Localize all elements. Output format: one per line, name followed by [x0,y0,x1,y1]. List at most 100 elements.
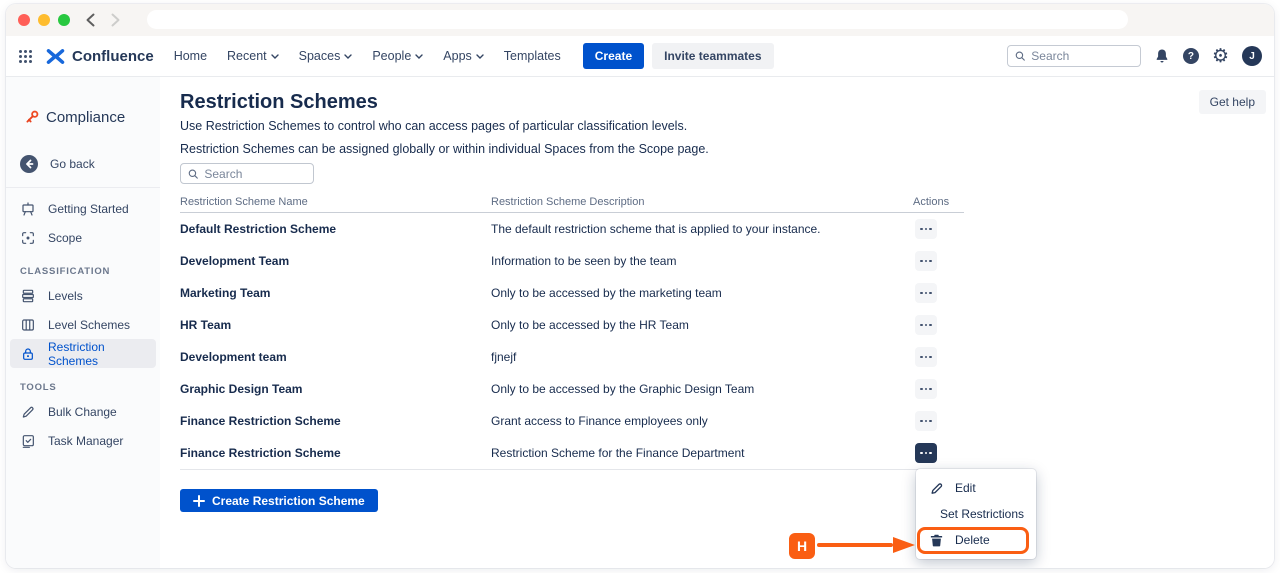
table-header: Restriction Scheme Name Restriction Sche… [180,196,964,212]
columns-icon [20,317,36,333]
scheme-description: Information to be seen by the team [491,254,676,268]
invite-teammates-button[interactable]: Invite teammates [652,43,773,69]
row-actions-button[interactable] [915,379,937,399]
confluence-logo-icon [45,48,66,65]
global-search[interactable] [1007,45,1141,67]
confluence-logo[interactable]: Confluence [45,48,154,65]
create-restriction-scheme-button[interactable]: Create Restriction Scheme [180,489,378,512]
bell-icon [1154,48,1170,64]
annotation-arrow-head [893,537,915,553]
get-help-button[interactable]: Get help [1199,90,1266,114]
sidebar-item-getting-started[interactable]: Getting Started [6,194,160,223]
sidebar-item-restriction-schemes[interactable]: Restriction Schemes [10,339,156,368]
column-header-actions: Actions [913,196,949,208]
sidebar-item-levels[interactable]: Levels [6,281,160,310]
scheme-description: The default restriction scheme that is a… [491,222,821,236]
traffic-lights [18,14,70,26]
chevron-left-icon [85,13,96,27]
chevron-down-icon [476,54,484,59]
table-row: Graphic Design Team Only to be accessed … [180,373,964,405]
nav-templates[interactable]: Templates [504,49,561,63]
browser-back-button[interactable] [82,12,98,28]
table-body: Default Restriction Scheme The default r… [180,212,964,470]
nav-recent[interactable]: Recent [227,49,279,63]
sidebar-item-level-schemes[interactable]: Level Schemes [6,310,160,339]
scheme-description: Grant access to Finance employees only [491,414,708,428]
menu-item-set-restrictions[interactable]: Set Restrictions [916,501,1036,527]
menu-item-delete[interactable]: Delete [916,527,1036,553]
chevron-down-icon [415,54,423,59]
avatar[interactable]: J [1242,46,1262,66]
annotation-arrow-line [817,543,893,547]
table-row: HR Team Only to be accessed by the HR Te… [180,309,964,341]
section-heading-tools: TOOLS [6,382,160,393]
table-search[interactable] [180,163,314,184]
browser-forward-button[interactable] [107,12,123,28]
window-zoom-button[interactable] [58,14,70,26]
table-row: Finance Restriction Scheme Restriction S… [180,437,964,469]
page-description-line2: Restriction Schemes can be assigned glob… [180,142,709,156]
app-logo: Compliance [6,98,160,136]
chevron-down-icon [271,54,279,59]
scheme-description: Only to be accessed by the Graphic Desig… [491,382,754,396]
nav-people[interactable]: People [372,49,423,63]
settings-gear-icon[interactable]: ⚙ [1212,47,1229,66]
scheme-description: Only to be accessed by the HR Team [491,318,689,332]
help-button[interactable]: ? [1183,48,1199,64]
nav-spaces[interactable]: Spaces [299,49,353,63]
row-actions-button[interactable] [915,411,937,431]
main-panel: Restriction Schemes Get help Use Restric… [160,77,1274,568]
window-minimize-button[interactable] [38,14,50,26]
brand-name: Confluence [72,48,154,65]
app-header: Confluence Home Recent Spaces People App… [6,36,1274,77]
scheme-name: Finance Restriction Scheme [180,414,341,428]
annotation-h-badge: H [789,533,815,559]
create-button[interactable]: Create [583,43,644,69]
row-actions-button[interactable] [915,283,937,303]
notifications-button[interactable] [1154,48,1170,64]
nav-home[interactable]: Home [174,49,207,63]
window-close-button[interactable] [18,14,30,26]
row-actions-button[interactable] [915,443,937,463]
column-header-description: Restriction Scheme Description [491,196,644,208]
search-icon [188,168,198,180]
browser-chrome [6,4,1274,36]
row-actions-menu: Edit Set Restrictions Delete [916,469,1036,559]
plus-icon [193,495,205,507]
menu-item-edit[interactable]: Edit [916,475,1036,501]
sidebar-item-bulk-change[interactable]: Bulk Change [6,397,160,426]
row-actions-button[interactable] [915,315,937,335]
section-heading-classification: CLASSIFICATION [6,266,160,277]
back-arrow-icon [20,155,38,173]
row-actions-button[interactable] [915,347,937,367]
page-description-line1: Use Restriction Schemes to control who c… [180,119,687,133]
global-search-input[interactable] [1031,49,1133,63]
table-row: Marketing Team Only to be accessed by th… [180,277,964,309]
sidebar-item-task-manager[interactable]: Task Manager [6,426,160,455]
address-bar[interactable] [147,10,1128,29]
table-row: Development Team Information to be seen … [180,245,964,277]
row-actions-button[interactable] [915,219,937,239]
nav-apps[interactable]: Apps [443,49,484,63]
lock-icon [20,346,36,362]
app-switcher-icon[interactable] [18,49,33,64]
app-name: Compliance [46,109,125,126]
table-search-input[interactable] [204,167,306,181]
scheme-name: Marketing Team [180,286,270,300]
scheme-description: fjnejf [491,350,516,364]
sidebar-item-scope[interactable]: Scope [6,223,160,252]
pencil-icon [20,404,36,420]
scheme-description: Restriction Scheme for the Finance Depar… [491,446,744,460]
scheme-name: Graphic Design Team [180,382,302,396]
row-actions-button[interactable] [915,251,937,271]
go-back-button[interactable]: Go back [6,149,160,178]
easel-icon [20,201,36,217]
table-row: Development team fjnejf [180,341,964,373]
scheme-name: Development Team [180,254,289,268]
layers-icon [20,288,36,304]
scheme-name: Finance Restriction Scheme [180,446,341,460]
content-area: Compliance Go back Getting Started Scope… [6,77,1274,568]
scheme-name: Development team [180,350,287,364]
scheme-name: HR Team [180,318,231,332]
page-title: Restriction Schemes [180,91,378,114]
